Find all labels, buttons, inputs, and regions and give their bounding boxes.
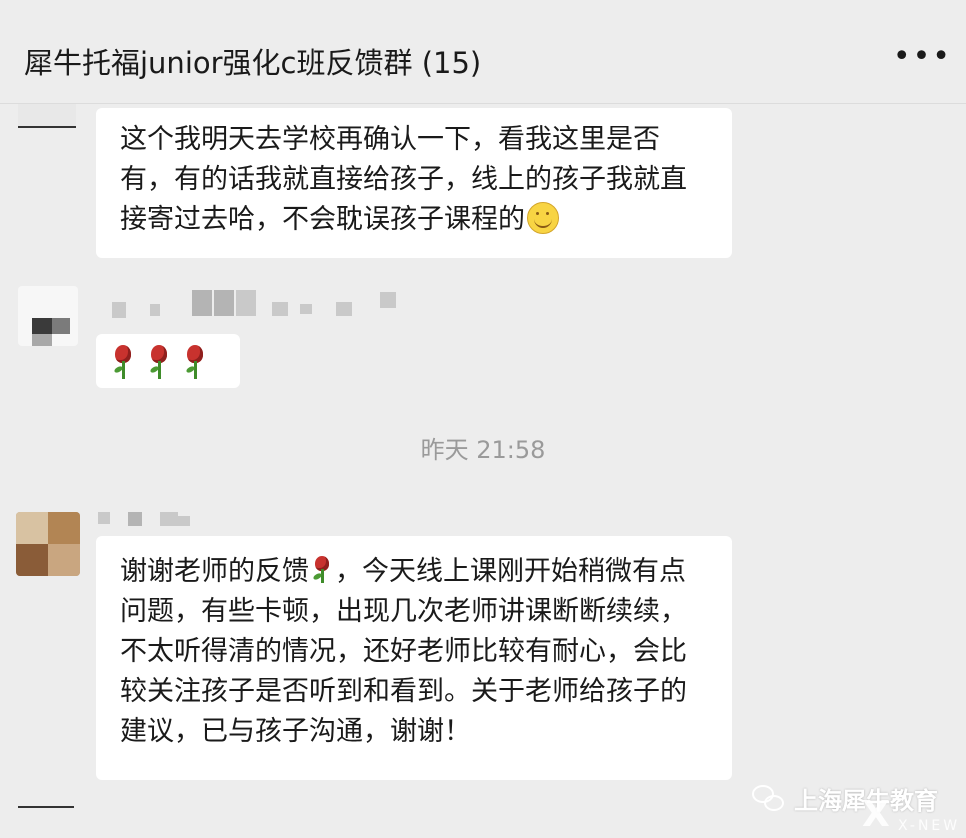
chat-title: 犀牛托福junior强化c班反馈群 (15) xyxy=(24,46,482,80)
avatar-partial[interactable] xyxy=(18,806,74,808)
message-line-text: 谢谢老师的反馈 xyxy=(120,556,309,587)
logo-mark: X xyxy=(862,794,890,835)
message-line: 问题，有些卡顿，出现几次老师讲课断断续续， xyxy=(120,596,687,627)
message-line: 有，有的话我就直接给孩子，线上的孩子我就直 xyxy=(120,164,687,195)
message-bubble[interactable]: 这个我明天去学校再确认一下，看我这里是否 有，有的话我就直接给孩子，线上的孩子我… xyxy=(96,108,732,258)
avatar-partial[interactable] xyxy=(18,104,76,128)
rose-icon xyxy=(182,341,208,381)
message-line: 谢谢老师的反馈 ，今天线上课刚开始稍微有点 xyxy=(120,552,708,592)
rose-icon xyxy=(146,341,172,381)
message-line: 建议，已与孩子沟通，谢谢！ xyxy=(120,716,471,747)
message-line: 不太听得清的情况，还好老师比较有耐心，会比 xyxy=(120,636,687,667)
message-line: 这个我明天去学校再确认一下，看我这里是否 xyxy=(120,124,660,155)
message-bubble[interactable] xyxy=(96,334,240,388)
message-line-text: ，今天线上课刚开始稍微有点 xyxy=(335,556,686,587)
wechat-icon xyxy=(752,783,786,813)
avatar[interactable] xyxy=(16,512,80,576)
more-options-icon[interactable]: ••• xyxy=(893,42,952,72)
logo-subtext: X-NEW xyxy=(898,818,961,834)
xnew-logo-icon: X X-NEW xyxy=(858,790,966,838)
message-line-text: 接寄过去哈，不会耽误孩子课程的 xyxy=(120,204,525,235)
message-line: 较关注孩子是否听到和看到。关于老师给孩子的 xyxy=(120,676,687,707)
chat-header: 犀牛托福junior强化c班反馈群 (15) ••• xyxy=(0,0,966,104)
message-bubble[interactable]: 谢谢老师的反馈 ，今天线上课刚开始稍微有点 问题，有些卡顿，出现几次老师讲课断断续… xyxy=(96,536,732,780)
chat-timestamp: 昨天 21:58 xyxy=(420,436,546,464)
smile-icon xyxy=(527,202,559,234)
avatar[interactable] xyxy=(18,286,78,346)
rose-icon xyxy=(110,341,136,381)
message-line: 接寄过去哈，不会耽误孩子课程的 xyxy=(120,200,708,240)
rose-icon xyxy=(311,554,333,584)
